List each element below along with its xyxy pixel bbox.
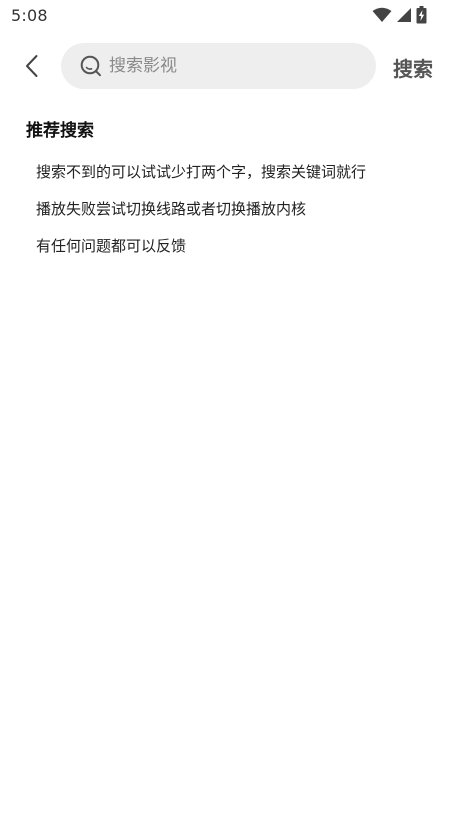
status-bar: 5:08	[0, 0, 459, 32]
list-item[interactable]: 播放失败尝试切换线路或者切换播放内核	[36, 197, 436, 234]
search-button[interactable]: 搜索	[393, 53, 433, 82]
suggestion-list: 搜索不到的可以试试少打两个字，搜索关键词就行 播放失败尝试切换线路或者切换播放内…	[36, 160, 436, 271]
chevron-left-icon	[26, 55, 38, 77]
list-item[interactable]: 有任何问题都可以反馈	[36, 234, 436, 271]
search-input[interactable]	[109, 43, 364, 89]
recommend-title: 推荐搜索	[26, 121, 94, 141]
back-button[interactable]	[16, 50, 48, 82]
list-item[interactable]: 搜索不到的可以试试少打两个字，搜索关键词就行	[36, 160, 436, 197]
wifi-icon	[372, 7, 392, 22]
search-box[interactable]	[61, 43, 376, 89]
status-time: 5:08	[11, 6, 48, 25]
search-header: 搜索	[0, 42, 459, 90]
search-icon	[80, 55, 101, 77]
signal-icon	[397, 8, 411, 22]
battery-charging-icon	[416, 6, 427, 24]
status-icons	[372, 6, 427, 24]
